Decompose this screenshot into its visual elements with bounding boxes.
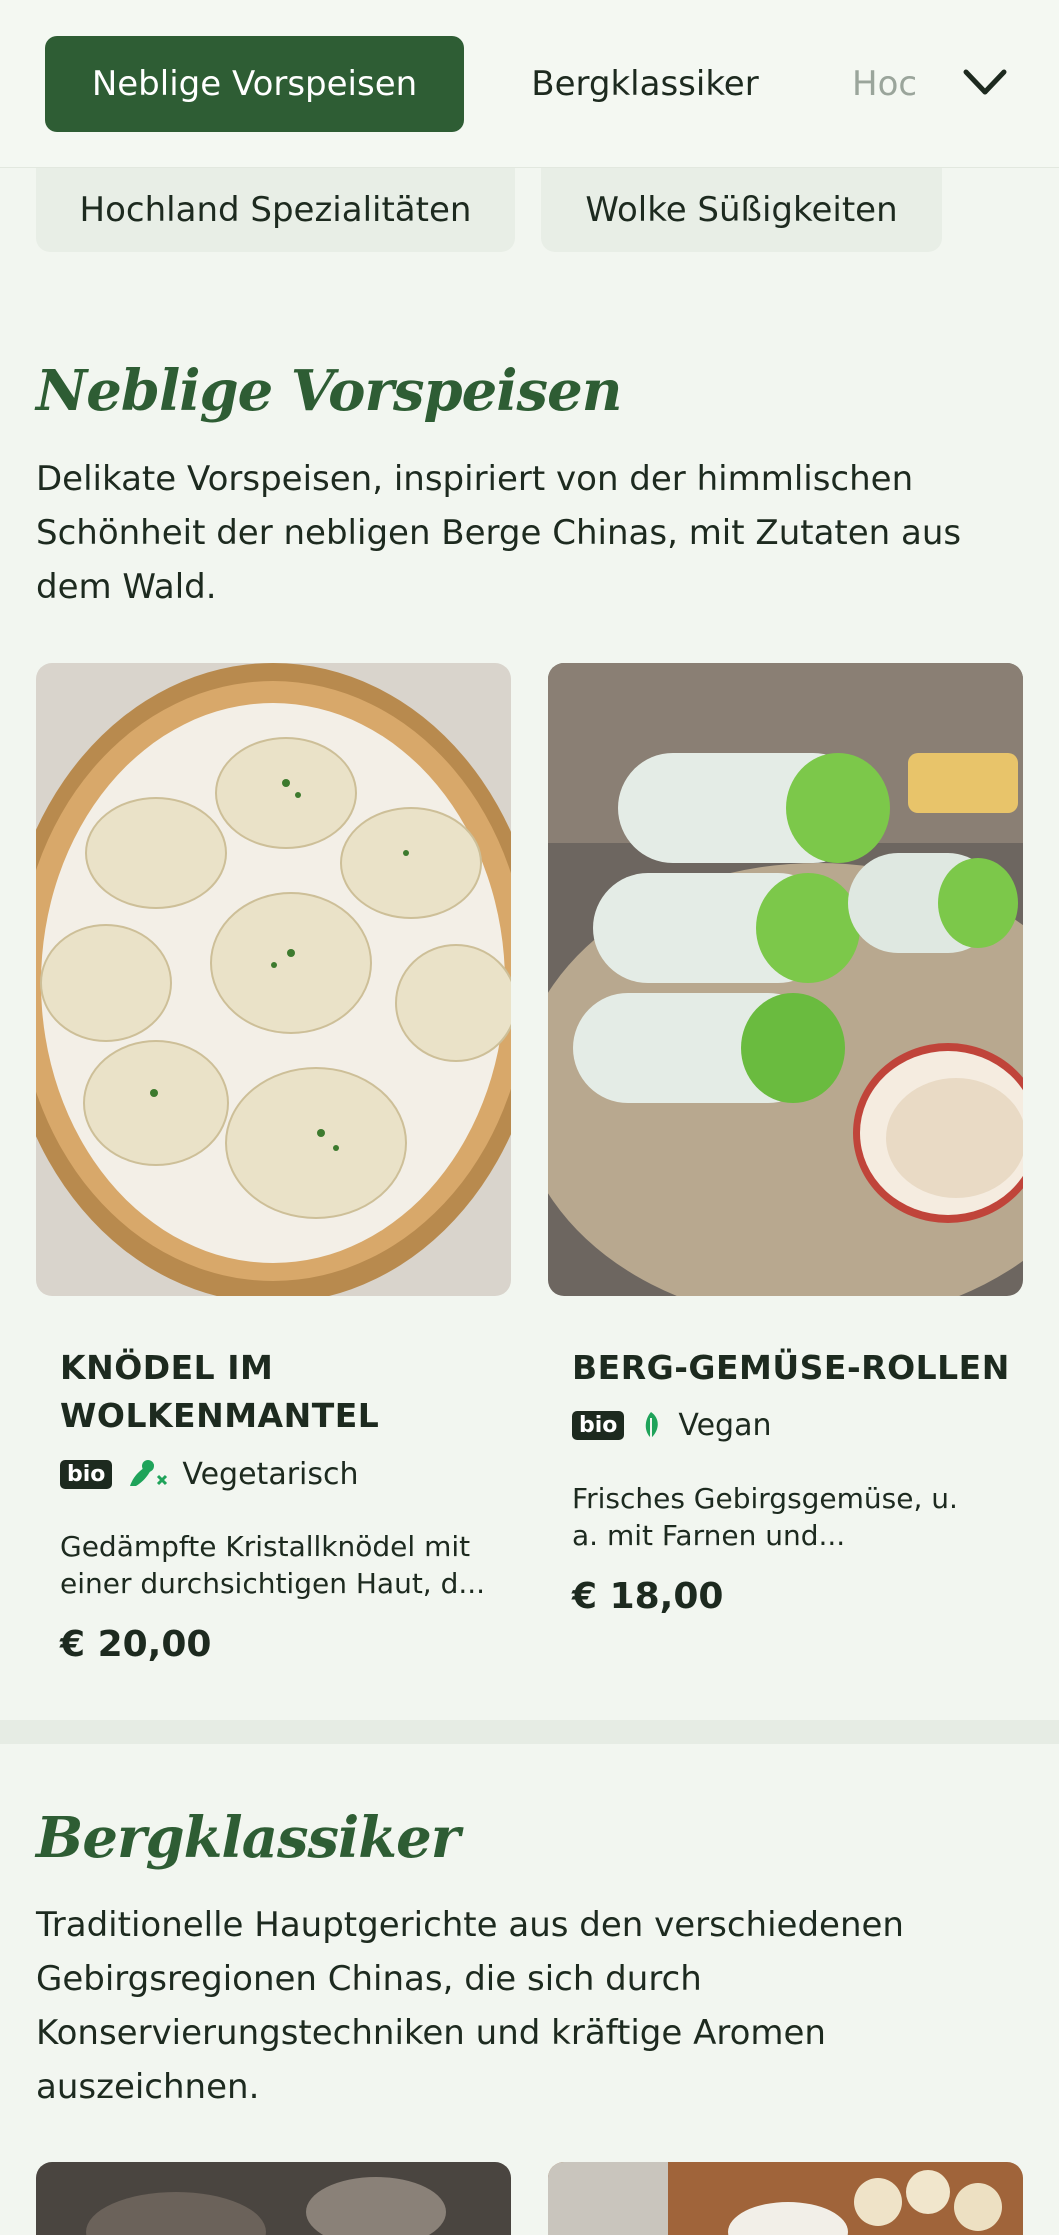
dish-name[interactable]: BERG-GEMÜSE-ROLLEN bbox=[572, 1344, 1012, 1392]
diet-label: Vegetarisch bbox=[182, 1456, 359, 1492]
section-divider bbox=[0, 1720, 1059, 1744]
dish-tags: bio Vegetarisch bbox=[60, 1456, 359, 1492]
dish-image[interactable] bbox=[548, 2162, 1023, 2235]
bio-badge: bio bbox=[60, 1459, 113, 1489]
tab-neblige-vorspeisen[interactable]: Neblige Vorspeisen bbox=[45, 36, 464, 132]
tab-bergklassiker[interactable]: Bergklassiker bbox=[500, 36, 790, 132]
dish-image[interactable] bbox=[36, 2162, 511, 2235]
dish-image-knoedel[interactable] bbox=[36, 663, 511, 1296]
dish-tags: bio Vegan bbox=[572, 1408, 772, 1443]
dish-price: € 20,00 bbox=[60, 1624, 212, 1665]
section-title: Neblige Vorspeisen bbox=[36, 358, 622, 424]
diet-label: Vegan bbox=[678, 1408, 772, 1443]
tab-hochland-partial[interactable]: Hoc bbox=[852, 36, 932, 132]
leaf-icon bbox=[646, 1411, 659, 1440]
dish-name[interactable]: KNÖDEL IM WOLKENMANTEL bbox=[60, 1344, 490, 1440]
category-tab-bar: Neblige Vorspeisen Bergklassiker Hoc bbox=[0, 0, 1059, 168]
dish-description: Frisches Gebirgsgemüse, u. a. mit Farnen… bbox=[572, 1482, 958, 1552]
dish-price: € 18,00 bbox=[572, 1576, 724, 1617]
category-pill-wolke[interactable]: Wolke Süßigkeiten bbox=[541, 168, 942, 252]
bio-badge: bio bbox=[572, 1411, 625, 1440]
vegetarian-icon bbox=[130, 1460, 168, 1486]
section-title: Bergklassiker bbox=[36, 1805, 460, 1871]
section-description: Traditionelle Hauptgerichte aus den vers… bbox=[36, 1905, 904, 2107]
section-description: Delikate Vorspeisen, inspiriert von der … bbox=[36, 459, 962, 607]
dish-image-gemuese-rollen[interactable] bbox=[548, 663, 1023, 1296]
chevron-down-icon[interactable] bbox=[960, 62, 1010, 102]
dish-description: Gedämpfte Kristallknödel mit einer durch… bbox=[60, 1530, 486, 1600]
category-pill-hochland[interactable]: Hochland Spezialitäten bbox=[36, 168, 515, 252]
